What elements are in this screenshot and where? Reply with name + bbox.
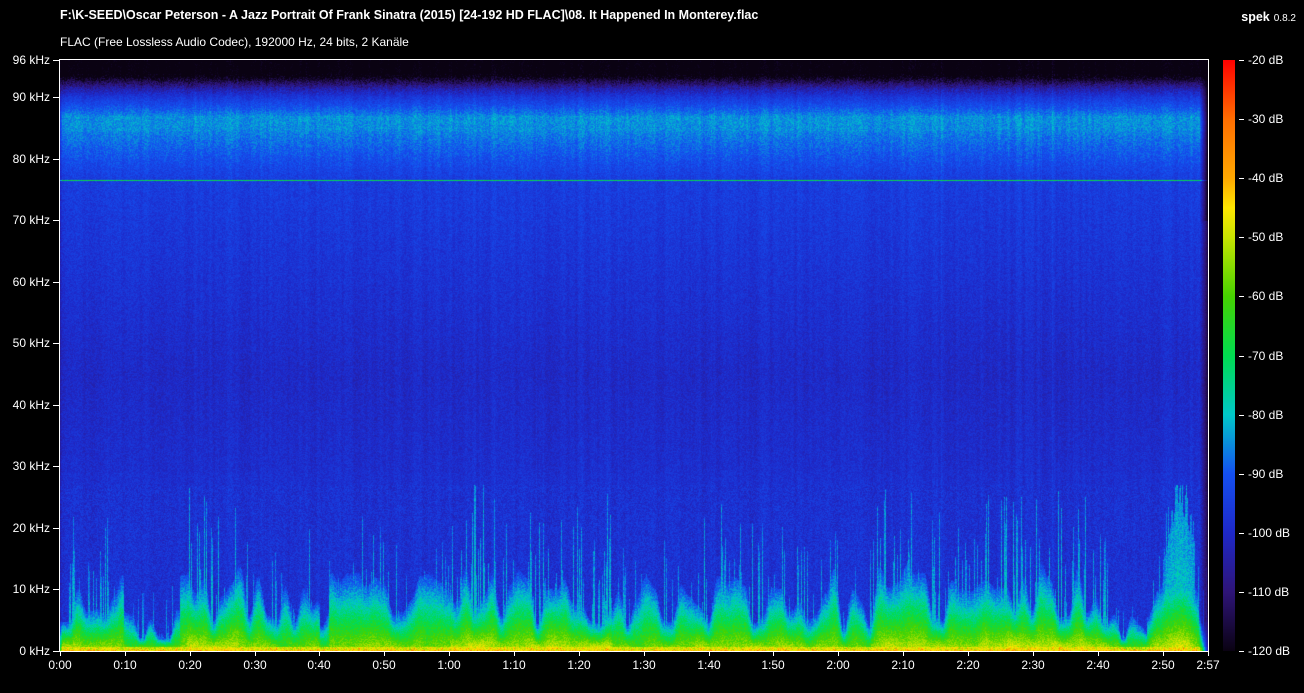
y-tick bbox=[53, 60, 59, 61]
db-tick bbox=[1239, 178, 1244, 179]
db-tick bbox=[1239, 415, 1244, 416]
db-colorbar bbox=[1223, 60, 1235, 651]
x-tick bbox=[1098, 652, 1099, 656]
spek-app-window: F:\K-SEED\Oscar Peterson - A Jazz Portra… bbox=[0, 0, 1304, 693]
x-tick bbox=[644, 652, 645, 656]
db-tick bbox=[1239, 533, 1244, 534]
x-tick-label: 2:40 bbox=[1074, 658, 1122, 673]
x-tick bbox=[60, 652, 61, 656]
app-version-label: 0.8.2 bbox=[1274, 13, 1296, 24]
x-tick-label: 0:10 bbox=[101, 658, 149, 673]
x-tick bbox=[319, 652, 320, 656]
x-tick bbox=[709, 652, 710, 656]
x-tick bbox=[1208, 652, 1209, 656]
file-path-title: F:\K-SEED\Oscar Peterson - A Jazz Portra… bbox=[60, 8, 758, 22]
x-tick bbox=[773, 652, 774, 656]
x-tick-label: 1:10 bbox=[490, 658, 538, 673]
db-tick-label: -100 dB bbox=[1248, 525, 1290, 541]
x-tick-label: 2:50 bbox=[1139, 658, 1187, 673]
db-tick-label: -30 dB bbox=[1248, 111, 1283, 127]
x-tick bbox=[1163, 652, 1164, 656]
db-tick-label: -50 dB bbox=[1248, 229, 1283, 245]
x-tick-label: 1:00 bbox=[425, 658, 473, 673]
x-tick bbox=[255, 652, 256, 656]
db-tick bbox=[1239, 237, 1244, 238]
y-tick bbox=[53, 159, 59, 160]
x-tick bbox=[1033, 652, 1034, 656]
x-tick-label: 1:50 bbox=[749, 658, 797, 673]
x-tick-label: 0:50 bbox=[360, 658, 408, 673]
x-tick bbox=[838, 652, 839, 656]
x-tick-label: 1:40 bbox=[685, 658, 733, 673]
app-name-label: spek bbox=[1241, 10, 1270, 24]
x-tick bbox=[449, 652, 450, 656]
db-tick-label: -110 dB bbox=[1248, 584, 1289, 600]
x-tick bbox=[125, 652, 126, 656]
y-tick bbox=[53, 343, 59, 344]
y-tick bbox=[53, 220, 59, 221]
x-tick bbox=[579, 652, 580, 656]
y-tick-label: 10 kHz bbox=[0, 581, 50, 597]
x-tick-label: 2:10 bbox=[879, 658, 927, 673]
x-tick-label: 1:30 bbox=[620, 658, 668, 673]
y-tick bbox=[53, 282, 59, 283]
db-tick-label: -80 dB bbox=[1248, 407, 1283, 423]
y-tick-label: 90 kHz bbox=[0, 89, 50, 105]
db-tick bbox=[1239, 296, 1244, 297]
x-tick bbox=[384, 652, 385, 656]
x-tick-label: 2:57 bbox=[1184, 658, 1232, 673]
app-brand: spek 0.8.2 bbox=[1241, 8, 1296, 26]
x-tick bbox=[903, 652, 904, 656]
db-tick-label: -90 dB bbox=[1248, 466, 1283, 482]
db-tick bbox=[1239, 356, 1244, 357]
x-tick-label: 0:30 bbox=[231, 658, 279, 673]
y-tick bbox=[53, 466, 59, 467]
db-tick bbox=[1239, 474, 1244, 475]
db-tick bbox=[1239, 60, 1244, 61]
y-tick bbox=[53, 589, 59, 590]
y-tick-label: 96 kHz bbox=[0, 52, 50, 68]
x-tick-label: 0:40 bbox=[295, 658, 343, 673]
y-tick bbox=[53, 97, 59, 98]
y-tick-label: 0 kHz bbox=[0, 643, 50, 659]
x-tick-label: 2:30 bbox=[1009, 658, 1057, 673]
y-tick-label: 20 kHz bbox=[0, 520, 50, 536]
y-tick-label: 30 kHz bbox=[0, 458, 50, 474]
db-tick-label: -60 dB bbox=[1248, 288, 1283, 304]
spectrogram-frame bbox=[59, 59, 1209, 652]
x-tick-label: 0:00 bbox=[36, 658, 84, 673]
db-tick bbox=[1239, 592, 1244, 593]
y-tick-label: 40 kHz bbox=[0, 397, 50, 413]
x-tick bbox=[968, 652, 969, 656]
y-tick-label: 50 kHz bbox=[0, 335, 50, 351]
x-tick-label: 0:20 bbox=[166, 658, 214, 673]
db-tick-label: -70 dB bbox=[1248, 348, 1283, 364]
x-tick-label: 1:20 bbox=[555, 658, 603, 673]
x-tick-label: 2:20 bbox=[944, 658, 992, 673]
y-tick bbox=[53, 651, 59, 652]
x-tick bbox=[514, 652, 515, 656]
y-tick-label: 60 kHz bbox=[0, 274, 50, 290]
y-tick-label: 70 kHz bbox=[0, 212, 50, 228]
db-tick-label: -120 dB bbox=[1248, 643, 1290, 659]
db-tick bbox=[1239, 119, 1244, 120]
spectrogram-canvas bbox=[60, 60, 1208, 651]
y-tick bbox=[53, 405, 59, 406]
db-tick-label: -40 dB bbox=[1248, 170, 1283, 186]
x-tick bbox=[190, 652, 191, 656]
db-tick bbox=[1239, 651, 1244, 652]
y-tick-label: 80 kHz bbox=[0, 151, 50, 167]
x-tick-label: 2:00 bbox=[814, 658, 862, 673]
audio-format-info: FLAC (Free Lossless Audio Codec), 192000… bbox=[60, 35, 409, 49]
db-tick-label: -20 dB bbox=[1248, 52, 1283, 68]
y-tick bbox=[53, 528, 59, 529]
